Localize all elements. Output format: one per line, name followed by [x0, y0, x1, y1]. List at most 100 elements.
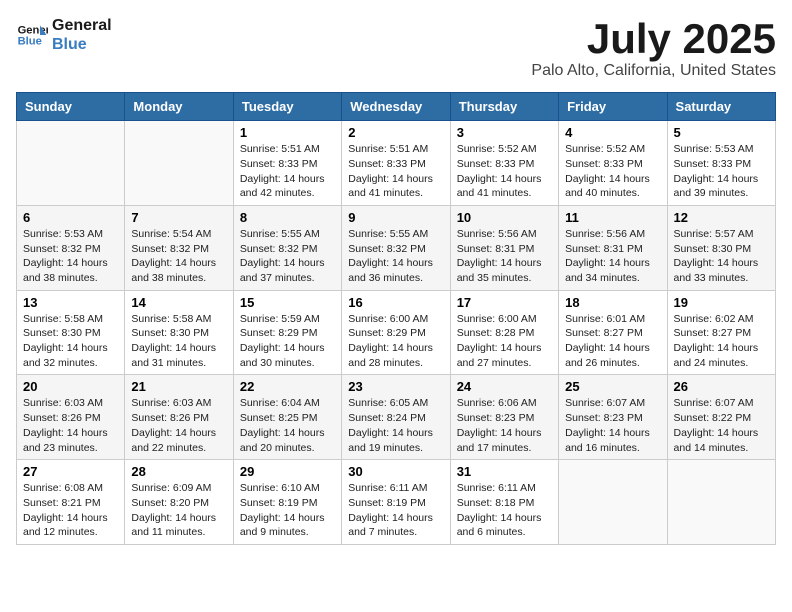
day-header-thursday: Thursday	[450, 93, 558, 121]
day-info: Sunrise: 6:00 AM Sunset: 8:28 PM Dayligh…	[457, 312, 552, 371]
calendar-cell	[125, 121, 233, 206]
calendar-cell: 16 Sunrise: 6:00 AM Sunset: 8:29 PM Dayli…	[342, 290, 450, 375]
day-number: 24	[457, 379, 552, 394]
day-info: Sunrise: 6:08 AM Sunset: 8:21 PM Dayligh…	[23, 481, 118, 540]
calendar-cell: 22 Sunrise: 6:04 AM Sunset: 8:25 PM Dayli…	[233, 375, 341, 460]
calendar-cell: 20Sunrise: 6:03 AM Sunset: 8:26 PM Dayli…	[17, 375, 125, 460]
day-number: 26	[674, 379, 769, 394]
day-header-monday: Monday	[125, 93, 233, 121]
day-number: 15	[240, 295, 335, 310]
calendar-cell: 8 Sunrise: 5:55 AM Sunset: 8:32 PM Daylig…	[233, 205, 341, 290]
svg-text:Blue: Blue	[18, 36, 42, 48]
page-title: July 2025	[531, 16, 776, 62]
day-number: 1	[240, 125, 335, 140]
logo-text-line1: General	[52, 16, 112, 35]
day-header-saturday: Saturday	[667, 93, 775, 121]
day-number: 23	[348, 379, 443, 394]
calendar-cell: 31 Sunrise: 6:11 AM Sunset: 8:18 PM Dayli…	[450, 460, 558, 545]
day-number: 31	[457, 464, 552, 479]
calendar-cell: 17Sunrise: 6:00 AM Sunset: 8:28 PM Dayli…	[450, 290, 558, 375]
title-section: July 2025 Palo Alto, California, United …	[531, 16, 776, 80]
calendar-cell: 23 Sunrise: 6:05 AM Sunset: 8:24 PM Dayli…	[342, 375, 450, 460]
logo-text-line2: Blue	[52, 35, 112, 54]
calendar-cell: 24 Sunrise: 6:06 AM Sunset: 8:23 PM Dayli…	[450, 375, 558, 460]
calendar-cell: 10 Sunrise: 5:56 AM Sunset: 8:31 PM Dayli…	[450, 205, 558, 290]
day-info: Sunrise: 6:05 AM Sunset: 8:24 PM Dayligh…	[348, 396, 443, 455]
day-number: 25	[565, 379, 660, 394]
day-number: 18	[565, 295, 660, 310]
day-number: 3	[457, 125, 552, 140]
day-number: 11	[565, 210, 660, 225]
day-number: 5	[674, 125, 769, 140]
day-info: Sunrise: 6:11 AM Sunset: 8:18 PM Dayligh…	[457, 481, 552, 540]
calendar-header: SundayMondayTuesdayWednesdayThursdayFrid…	[17, 93, 776, 121]
day-number: 6	[23, 210, 118, 225]
calendar-cell	[17, 121, 125, 206]
calendar-cell: 12 Sunrise: 5:57 AM Sunset: 8:30 PM Dayli…	[667, 205, 775, 290]
calendar-cell: 15 Sunrise: 5:59 AM Sunset: 8:29 PM Dayli…	[233, 290, 341, 375]
day-number: 7	[131, 210, 226, 225]
day-info: Sunrise: 5:58 AM Sunset: 8:30 PM Dayligh…	[23, 312, 118, 371]
calendar-cell: 30 Sunrise: 6:11 AM Sunset: 8:19 PM Dayli…	[342, 460, 450, 545]
week-row-4: 20Sunrise: 6:03 AM Sunset: 8:26 PM Dayli…	[17, 375, 776, 460]
calendar-cell: 27 Sunrise: 6:08 AM Sunset: 8:21 PM Dayli…	[17, 460, 125, 545]
day-info: Sunrise: 6:06 AM Sunset: 8:23 PM Dayligh…	[457, 396, 552, 455]
day-info: Sunrise: 5:54 AM Sunset: 8:32 PM Dayligh…	[131, 227, 226, 286]
day-info: Sunrise: 5:52 AM Sunset: 8:33 PM Dayligh…	[565, 142, 660, 201]
day-info: Sunrise: 5:58 AM Sunset: 8:30 PM Dayligh…	[131, 312, 226, 371]
day-info: Sunrise: 5:51 AM Sunset: 8:33 PM Dayligh…	[348, 142, 443, 201]
day-number: 22	[240, 379, 335, 394]
calendar-cell: 4 Sunrise: 5:52 AM Sunset: 8:33 PM Daylig…	[559, 121, 667, 206]
page-subtitle: Palo Alto, California, United States	[531, 62, 776, 80]
day-info: Sunrise: 5:55 AM Sunset: 8:32 PM Dayligh…	[240, 227, 335, 286]
day-header-sunday: Sunday	[17, 93, 125, 121]
day-number: 13	[23, 295, 118, 310]
calendar-cell: 14Sunrise: 5:58 AM Sunset: 8:30 PM Dayli…	[125, 290, 233, 375]
calendar-cell: 13 Sunrise: 5:58 AM Sunset: 8:30 PM Dayli…	[17, 290, 125, 375]
day-header-friday: Friday	[559, 93, 667, 121]
day-info: Sunrise: 6:03 AM Sunset: 8:26 PM Dayligh…	[131, 396, 226, 455]
day-info: Sunrise: 6:00 AM Sunset: 8:29 PM Dayligh…	[348, 312, 443, 371]
day-number: 9	[348, 210, 443, 225]
calendar-cell: 21 Sunrise: 6:03 AM Sunset: 8:26 PM Dayli…	[125, 375, 233, 460]
day-number: 28	[131, 464, 226, 479]
calendar-cell	[559, 460, 667, 545]
header-row: SundayMondayTuesdayWednesdayThursdayFrid…	[17, 93, 776, 121]
calendar-cell: 6 Sunrise: 5:53 AM Sunset: 8:32 PM Daylig…	[17, 205, 125, 290]
day-header-wednesday: Wednesday	[342, 93, 450, 121]
day-info: Sunrise: 6:01 AM Sunset: 8:27 PM Dayligh…	[565, 312, 660, 371]
week-row-5: 27 Sunrise: 6:08 AM Sunset: 8:21 PM Dayli…	[17, 460, 776, 545]
calendar-cell: 11Sunrise: 5:56 AM Sunset: 8:31 PM Dayli…	[559, 205, 667, 290]
day-number: 12	[674, 210, 769, 225]
day-info: Sunrise: 6:07 AM Sunset: 8:22 PM Dayligh…	[674, 396, 769, 455]
calendar-cell: 28 Sunrise: 6:09 AM Sunset: 8:20 PM Dayli…	[125, 460, 233, 545]
day-info: Sunrise: 6:09 AM Sunset: 8:20 PM Dayligh…	[131, 481, 226, 540]
calendar-cell: 18 Sunrise: 6:01 AM Sunset: 8:27 PM Dayli…	[559, 290, 667, 375]
day-info: Sunrise: 5:56 AM Sunset: 8:31 PM Dayligh…	[457, 227, 552, 286]
day-info: Sunrise: 6:11 AM Sunset: 8:19 PM Dayligh…	[348, 481, 443, 540]
day-number: 16	[348, 295, 443, 310]
day-info: Sunrise: 5:57 AM Sunset: 8:30 PM Dayligh…	[674, 227, 769, 286]
logo-icon: General Blue	[16, 19, 48, 51]
day-number: 8	[240, 210, 335, 225]
day-header-tuesday: Tuesday	[233, 93, 341, 121]
day-number: 21	[131, 379, 226, 394]
day-info: Sunrise: 6:03 AM Sunset: 8:26 PM Dayligh…	[23, 396, 118, 455]
calendar-cell: 7 Sunrise: 5:54 AM Sunset: 8:32 PM Daylig…	[125, 205, 233, 290]
day-info: Sunrise: 5:59 AM Sunset: 8:29 PM Dayligh…	[240, 312, 335, 371]
calendar-cell	[667, 460, 775, 545]
day-number: 30	[348, 464, 443, 479]
calendar-cell: 29Sunrise: 6:10 AM Sunset: 8:19 PM Dayli…	[233, 460, 341, 545]
header: General Blue General Blue July 2025 Palo…	[16, 16, 776, 80]
day-info: Sunrise: 6:04 AM Sunset: 8:25 PM Dayligh…	[240, 396, 335, 455]
calendar-cell: 1Sunrise: 5:51 AM Sunset: 8:33 PM Daylig…	[233, 121, 341, 206]
day-info: Sunrise: 5:53 AM Sunset: 8:32 PM Dayligh…	[23, 227, 118, 286]
day-number: 10	[457, 210, 552, 225]
day-number: 4	[565, 125, 660, 140]
day-number: 2	[348, 125, 443, 140]
day-number: 27	[23, 464, 118, 479]
day-info: Sunrise: 6:02 AM Sunset: 8:27 PM Dayligh…	[674, 312, 769, 371]
day-info: Sunrise: 5:55 AM Sunset: 8:32 PM Dayligh…	[348, 227, 443, 286]
day-info: Sunrise: 6:10 AM Sunset: 8:19 PM Dayligh…	[240, 481, 335, 540]
calendar-table: SundayMondayTuesdayWednesdayThursdayFrid…	[16, 92, 776, 545]
